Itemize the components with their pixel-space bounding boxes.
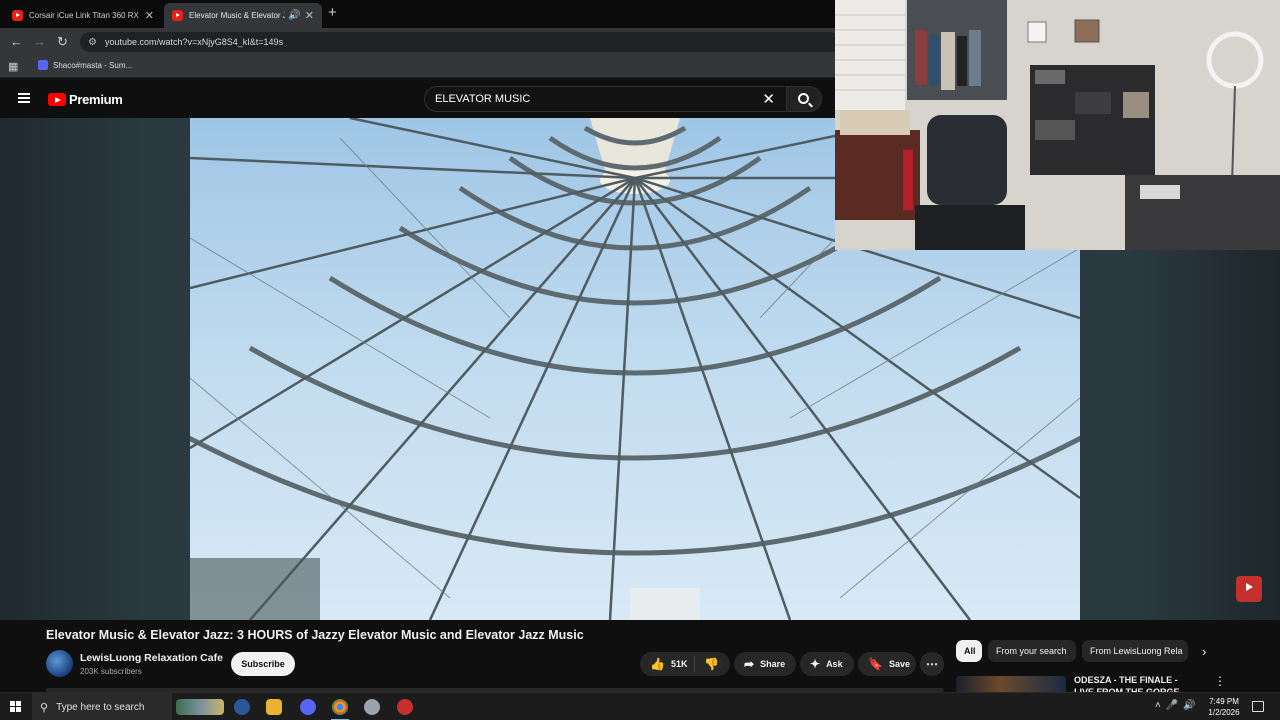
chevron-right-icon[interactable]: › [1202, 644, 1206, 659]
search-value: ELEVATOR MUSIC [435, 93, 531, 105]
app-icon[interactable] [364, 699, 380, 715]
taskbar-clock[interactable]: 7:49 PM 1/2/2026 [1204, 696, 1244, 718]
save-button[interactable]: 🔖 Save [858, 652, 916, 676]
bookmark-label: Shaco#masta - Sum... [53, 60, 133, 70]
menu-icon[interactable] [18, 93, 30, 103]
recommendation-title[interactable]: ODESZA - THE FINALE - LIVE FROM THE GORG… [1074, 674, 1200, 692]
screen: Corsair iCue Link Titan 360 RX R ✕ Eleva… [0, 0, 1280, 720]
audio-playing-icon[interactable]: 🔊 [288, 10, 300, 21]
discord-icon [38, 60, 48, 70]
video-info: Elevator Music & Elevator Jazz: 3 HOURS … [0, 620, 1280, 692]
webcam-room-scene [835, 0, 1280, 250]
more-actions-icon[interactable]: ⋯ [920, 652, 944, 676]
address-bar[interactable]: ⚙ youtube.com/watch?v=xNjyG8S4_kI&t=149s [80, 32, 840, 52]
close-tab-icon[interactable]: ✕ [145, 9, 154, 22]
thumbs-up-icon: 👍 [650, 657, 665, 671]
apps-grid-icon[interactable]: ▦ [8, 60, 18, 73]
url-text: youtube.com/watch?v=xNjyG8S4_kI&t=149s [104, 37, 284, 47]
browser-tab-corsair[interactable]: Corsair iCue Link Titan 360 RX R ✕ [4, 3, 162, 28]
search-icon: ⚲ [40, 701, 49, 714]
tab-title: Elevator Music & Elevator J [189, 11, 286, 20]
video-title: Elevator Music & Elevator Jazz: 3 HOURS … [46, 628, 584, 642]
file-explorer-icon[interactable] [266, 699, 282, 715]
bookmark-item[interactable]: Shaco#masta - Sum... [38, 60, 132, 70]
chip-from-channel[interactable]: From LewisLuong Rela [1082, 640, 1188, 662]
webcam-overlay [835, 0, 1280, 250]
search-button[interactable] [786, 86, 822, 112]
chip-all[interactable]: All [956, 640, 982, 662]
browser-tab-elevator-music[interactable]: Elevator Music & Elevator J 🔊 ✕ [164, 3, 322, 28]
system-tray-icons[interactable]: ˄🎤🔊 [1155, 700, 1201, 711]
share-label: Share [760, 659, 786, 669]
sparkle-icon: ✦ [810, 657, 821, 671]
edge-icon[interactable] [234, 699, 250, 715]
tab-title: Corsair iCue Link Titan 360 RX R [29, 11, 141, 20]
ask-button[interactable]: ✦ Ask [800, 652, 854, 676]
back-icon[interactable]: ← [10, 34, 23, 49]
channel-name[interactable]: LewisLuong Relaxation Cafe [80, 652, 223, 664]
youtube-favicon-icon [12, 10, 23, 21]
thumbs-down-icon: 👎 [704, 657, 719, 671]
clock-date: 1/2/2026 [1208, 708, 1240, 717]
search-icon [798, 93, 809, 104]
reload-icon[interactable]: ↻ [57, 34, 68, 50]
chip-from-your-search[interactable]: From your search [988, 640, 1076, 662]
dislike-button[interactable]: 👎 [695, 657, 725, 671]
youtube-logo[interactable]: Premium [48, 92, 123, 107]
brand-label: Premium [69, 92, 123, 107]
taskbar-search-input[interactable]: ⚲ Type here to search [32, 693, 172, 720]
channel-avatar[interactable] [46, 650, 73, 677]
taskbar-search-placeholder: Type here to search [56, 701, 145, 713]
subscriber-count: 203K subscribers [80, 667, 142, 676]
windows-start-icon[interactable] [10, 701, 21, 712]
site-info-icon[interactable]: ⚙ [88, 37, 97, 48]
bookmark-icon: 🔖 [868, 657, 883, 671]
search-input[interactable]: ELEVATOR MUSIC ✕ [424, 86, 788, 112]
notification-icon[interactable] [1252, 701, 1264, 712]
youtube-play-icon [48, 93, 66, 106]
clock-time: 7:49 PM [1209, 697, 1239, 706]
discord-icon[interactable] [300, 699, 316, 715]
ask-label: Ask [826, 659, 843, 669]
like-button[interactable]: 👍 51K [640, 656, 695, 672]
youtube-favicon-icon [172, 10, 183, 21]
chrome-icon[interactable] [332, 699, 348, 715]
save-label: Save [888, 659, 910, 669]
new-tab-icon[interactable]: + [328, 4, 337, 21]
subscribe-button[interactable]: Subscribe [231, 652, 295, 676]
share-icon: ➦ [744, 657, 755, 671]
windows-taskbar: ⚲ Type here to search ˄🎤🔊 7:49 PM 1/2/20… [0, 692, 1280, 720]
recommendation-menu-icon[interactable]: ⋮ [1214, 674, 1226, 688]
share-button[interactable]: ➦ Share [734, 652, 796, 676]
subscribe-watermark-icon[interactable] [1236, 576, 1262, 602]
close-tab-icon[interactable]: ✕ [305, 9, 314, 22]
forward-icon[interactable]: → [33, 34, 46, 49]
recommendation-thumbnail[interactable] [956, 676, 1066, 692]
obs-icon[interactable] [397, 699, 413, 715]
like-dislike-group: 👍 51K 👎 [640, 652, 730, 676]
search-highlight-icon[interactable] [176, 699, 224, 715]
clear-search-icon[interactable]: ✕ [762, 90, 775, 108]
like-count: 51K [670, 659, 688, 669]
